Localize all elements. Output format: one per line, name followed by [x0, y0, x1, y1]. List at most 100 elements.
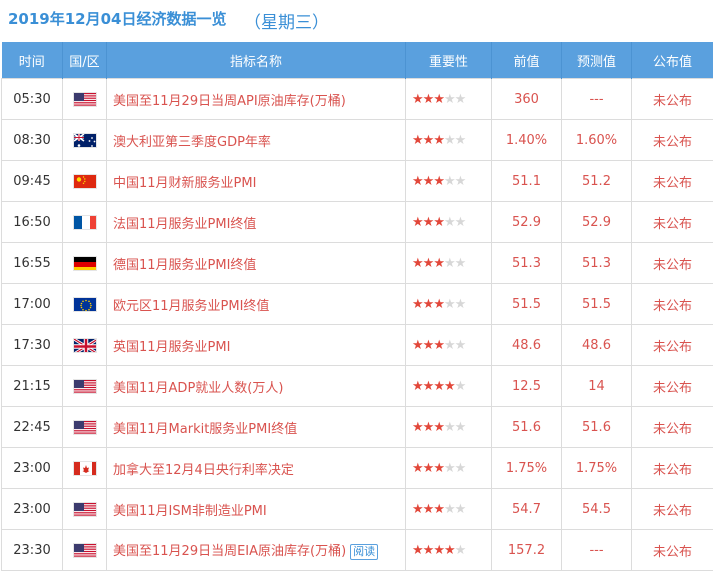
country-cell: [63, 366, 107, 407]
indicator-link[interactable]: 法国11月服务业PMI终值: [113, 217, 256, 232]
actual-value: 未公布: [632, 489, 713, 530]
star-icon: ★: [412, 174, 423, 189]
star-icon: ★: [412, 379, 423, 394]
importance-stars: ★★★★★: [406, 407, 492, 448]
star-icon: ★: [433, 256, 444, 271]
indicator-link[interactable]: 美国11月ADP就业人数(万人): [113, 381, 283, 396]
us-flag-icon: [73, 379, 97, 394]
star-icon: ★: [455, 338, 466, 353]
table-row: 22:45美国11月Markit服务业PMI终值★★★★★51.651.6未公布: [2, 407, 713, 448]
importance-stars: ★★★★★: [406, 489, 492, 530]
actual-value: 未公布: [632, 120, 713, 161]
importance-stars: ★★★★★: [406, 448, 492, 489]
star-icon: ★: [433, 174, 444, 189]
star-icon: ★: [423, 92, 434, 107]
france-flag-icon: [73, 215, 97, 230]
indicator-link[interactable]: 澳大利亚第三季度GDP年率: [113, 135, 271, 150]
indicator-link[interactable]: 英国11月服务业PMI: [113, 340, 230, 355]
indicator-link[interactable]: 加拿大至12月4日央行利率决定: [113, 463, 294, 478]
previous-value: 51.1: [492, 161, 562, 202]
indicator-cell[interactable]: 德国11月服务业PMI终值: [107, 243, 406, 284]
previous-value: 48.6: [492, 325, 562, 366]
forecast-value: 1.75%: [562, 448, 632, 489]
indicator-link[interactable]: 美国至11月29日当周EIA原油库存(万桶): [113, 544, 346, 559]
indicator-link[interactable]: 欧元区11月服务业PMI终值: [113, 299, 269, 314]
star-icon: ★: [444, 543, 455, 558]
star-icon: ★: [423, 256, 434, 271]
star-icon: ★: [455, 543, 466, 558]
indicator-cell[interactable]: 美国至11月29日当周EIA原油库存(万桶) 阅读: [107, 530, 406, 571]
us-flag-icon: [73, 420, 97, 435]
importance-stars: ★★★★★: [406, 366, 492, 407]
star-icon: ★: [423, 543, 434, 558]
page-header: 2019年12月04日经济数据一览 （星期三）: [0, 0, 713, 40]
indicator-cell[interactable]: 中国11月财新服务业PMI: [107, 161, 406, 202]
col-actual: 公布值: [632, 42, 713, 79]
col-time: 时间: [2, 42, 63, 79]
indicator-link[interactable]: 德国11月服务业PMI终值: [113, 258, 256, 273]
table-row: 08:30澳大利亚第三季度GDP年率★★★★★1.40%1.60%未公布: [2, 120, 713, 161]
table-row: 23:00加拿大至12月4日央行利率决定★★★★★1.75%1.75%未公布: [2, 448, 713, 489]
time-cell: 17:30: [2, 325, 63, 366]
star-icon: ★: [423, 215, 434, 230]
importance-stars: ★★★★★: [406, 243, 492, 284]
col-importance: 重要性: [406, 42, 492, 79]
star-icon: ★: [455, 133, 466, 148]
col-country: 国/区: [63, 42, 107, 79]
indicator-link[interactable]: 美国至11月29日当周API原油库存(万桶): [113, 94, 346, 109]
previous-value: 51.5: [492, 284, 562, 325]
star-icon: ★: [433, 297, 444, 312]
table-row: 17:30英国11月服务业PMI★★★★★48.648.6未公布: [2, 325, 713, 366]
indicator-cell[interactable]: 加拿大至12月4日央行利率决定: [107, 448, 406, 489]
star-icon: ★: [455, 174, 466, 189]
indicator-cell[interactable]: 美国11月Markit服务业PMI终值: [107, 407, 406, 448]
star-icon: ★: [433, 92, 444, 107]
indicator-cell[interactable]: 美国11月ADP就业人数(万人): [107, 366, 406, 407]
indicator-cell[interactable]: 美国11月ISM非制造业PMI: [107, 489, 406, 530]
us-flag-icon: [73, 92, 97, 107]
indicator-link[interactable]: 美国11月Markit服务业PMI终值: [113, 422, 297, 437]
importance-stars: ★★★★★: [406, 202, 492, 243]
forecast-value: 48.6: [562, 325, 632, 366]
country-cell: [63, 530, 107, 571]
indicator-cell[interactable]: 澳大利亚第三季度GDP年率: [107, 120, 406, 161]
previous-value: 12.5: [492, 366, 562, 407]
actual-value: 未公布: [632, 202, 713, 243]
forecast-value: 52.9: [562, 202, 632, 243]
previous-value: 360: [492, 79, 562, 120]
previous-value: 52.9: [492, 202, 562, 243]
star-icon: ★: [433, 461, 444, 476]
eu-flag-icon: [73, 297, 97, 312]
table-row: 16:50法国11月服务业PMI终值★★★★★52.952.9未公布: [2, 202, 713, 243]
country-cell: [63, 79, 107, 120]
time-cell: 05:30: [2, 79, 63, 120]
star-icon: ★: [433, 420, 444, 435]
actual-value: 未公布: [632, 161, 713, 202]
star-icon: ★: [455, 420, 466, 435]
actual-value: 未公布: [632, 243, 713, 284]
read-button[interactable]: 阅读: [350, 544, 378, 560]
time-cell: 09:45: [2, 161, 63, 202]
indicator-link[interactable]: 美国11月ISM非制造业PMI: [113, 504, 267, 519]
indicator-cell[interactable]: 法国11月服务业PMI终值: [107, 202, 406, 243]
indicator-cell[interactable]: 欧元区11月服务业PMI终值: [107, 284, 406, 325]
time-cell: 08:30: [2, 120, 63, 161]
forecast-value: 14: [562, 366, 632, 407]
star-icon: ★: [444, 256, 455, 271]
star-icon: ★: [444, 379, 455, 394]
star-icon: ★: [455, 215, 466, 230]
country-cell: [63, 489, 107, 530]
indicator-cell[interactable]: 英国11月服务业PMI: [107, 325, 406, 366]
star-icon: ★: [423, 174, 434, 189]
germany-flag-icon: [73, 256, 97, 271]
indicator-cell[interactable]: 美国至11月29日当周API原油库存(万桶): [107, 79, 406, 120]
star-icon: ★: [444, 133, 455, 148]
star-icon: ★: [412, 543, 423, 558]
china-flag-icon: [73, 174, 97, 189]
forecast-value: 51.6: [562, 407, 632, 448]
star-icon: ★: [423, 133, 434, 148]
indicator-link[interactable]: 中国11月财新服务业PMI: [113, 176, 256, 191]
star-icon: ★: [412, 502, 423, 517]
star-icon: ★: [444, 174, 455, 189]
star-icon: ★: [423, 461, 434, 476]
